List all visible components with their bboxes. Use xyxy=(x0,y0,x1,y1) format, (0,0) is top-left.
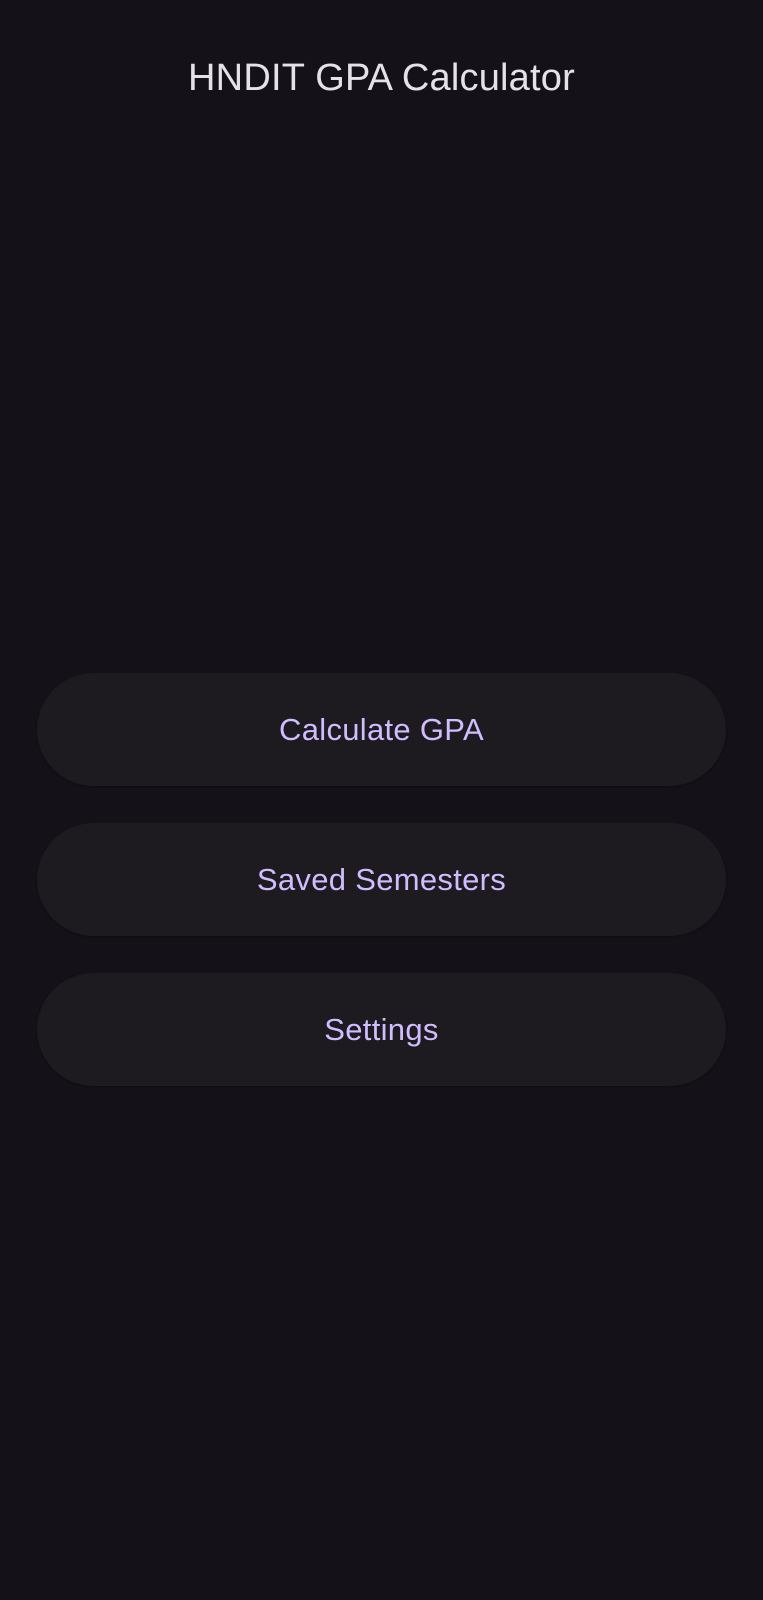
calculate-gpa-button[interactable]: Calculate GPA xyxy=(37,673,726,786)
app-title: HNDIT GPA Calculator xyxy=(188,56,575,99)
saved-semesters-button[interactable]: Saved Semesters xyxy=(37,823,726,936)
settings-button[interactable]: Settings xyxy=(37,973,726,1086)
app-bar: HNDIT GPA Calculator xyxy=(0,0,763,156)
main-menu: Calculate GPA Saved Semesters Settings xyxy=(37,673,726,1123)
